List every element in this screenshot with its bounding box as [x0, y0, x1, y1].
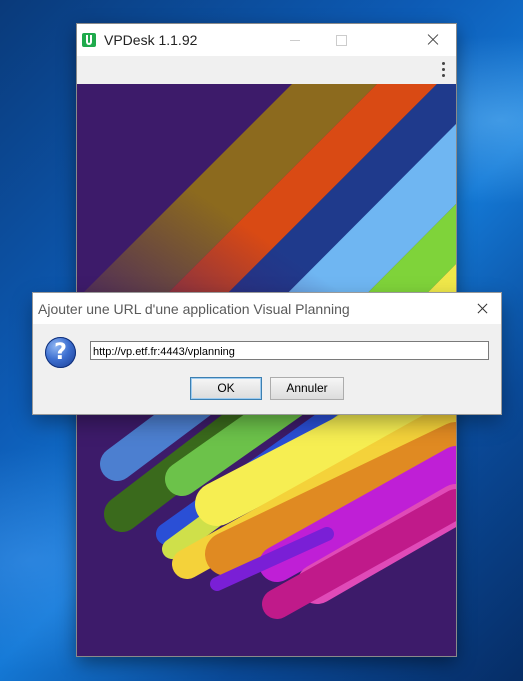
dialog-close-button[interactable]	[463, 293, 501, 324]
more-vertical-icon[interactable]	[440, 62, 446, 78]
window-titlebar[interactable]: VPDesk 1.1.92	[77, 24, 456, 56]
app-logo-icon	[82, 33, 96, 47]
dialog-title: Ajouter une URL d'une application Visual…	[38, 301, 350, 317]
close-window-button[interactable]	[410, 24, 456, 56]
app-toolbar	[77, 56, 456, 84]
ok-button[interactable]: OK	[190, 377, 262, 400]
question-icon: ?	[45, 337, 76, 368]
window-title: VPDesk 1.1.92	[104, 32, 198, 48]
cancel-button[interactable]: Annuler	[270, 377, 344, 400]
maximize-button[interactable]	[318, 24, 364, 56]
minimize-button[interactable]	[272, 24, 318, 56]
dialog-titlebar[interactable]: Ajouter une URL d'une application Visual…	[33, 293, 501, 324]
add-url-dialog: Ajouter une URL d'une application Visual…	[33, 293, 501, 414]
url-input[interactable]	[90, 341, 489, 360]
